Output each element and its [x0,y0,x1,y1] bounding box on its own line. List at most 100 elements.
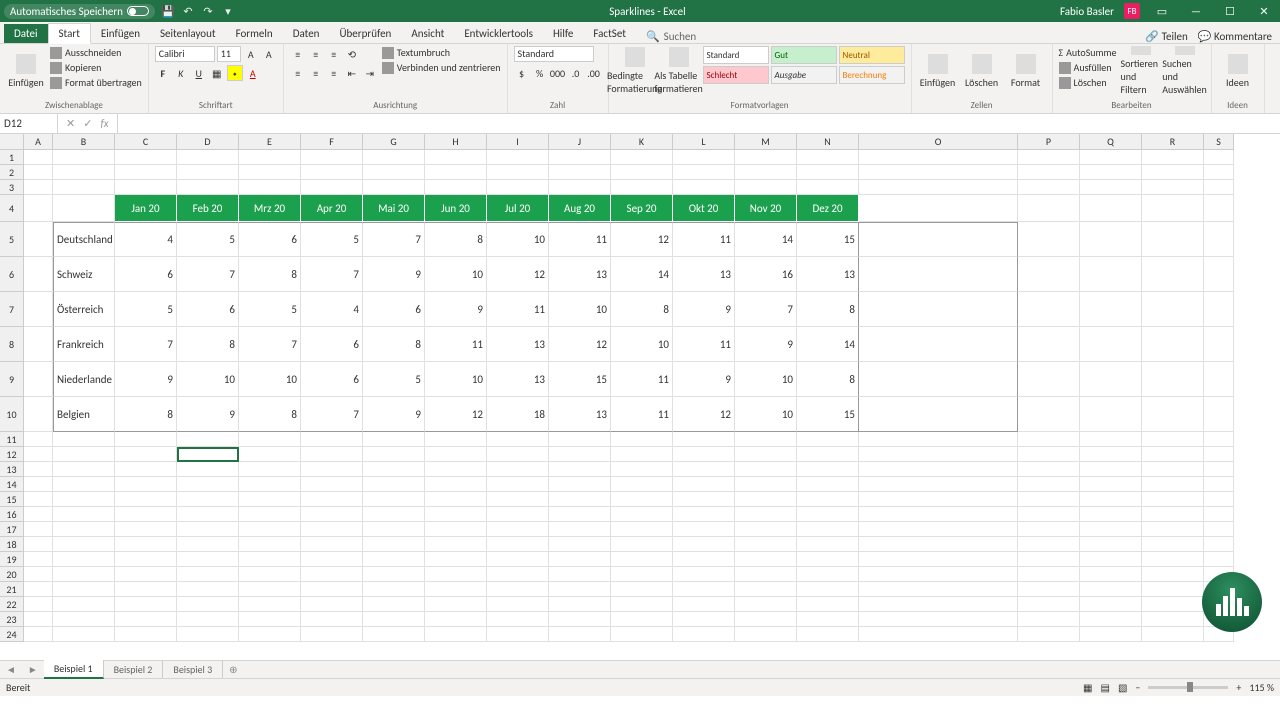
cell-F10[interactable]: 7 [301,397,363,432]
cell-J4[interactable]: Aug 20 [549,195,611,222]
cell-Q7[interactable] [1080,292,1142,327]
row-header-15[interactable]: 15 [0,492,24,507]
cell-I4[interactable]: Jul 20 [487,195,549,222]
cell-K6[interactable]: 14 [611,257,673,292]
cell-P1[interactable] [1018,150,1080,165]
cell-L17[interactable] [673,522,735,537]
cell-O19[interactable] [859,552,1018,567]
cell-A18[interactable] [24,537,53,552]
cell-D22[interactable] [177,597,239,612]
cell-S16[interactable] [1204,507,1234,522]
underline-button[interactable]: U [191,65,207,81]
cell-N2[interactable] [797,165,859,180]
cell-M6[interactable]: 16 [735,257,797,292]
cell-M20[interactable] [735,567,797,582]
cell-F11[interactable] [301,432,363,447]
cell-L9[interactable]: 9 [673,362,735,397]
cell-C16[interactable] [115,507,177,522]
zoom-out-button[interactable]: − [1135,681,1140,694]
merge-button[interactable]: Verbinden und zentrieren [382,61,501,74]
cell-K17[interactable] [611,522,673,537]
cell-D12[interactable] [177,447,239,462]
cell-L7[interactable]: 9 [673,292,735,327]
col-header-H[interactable]: H [425,134,487,150]
cell-R15[interactable] [1142,492,1204,507]
cell-O20[interactable] [859,567,1018,582]
cell-L23[interactable] [673,612,735,627]
cell-P5[interactable] [1018,222,1080,257]
cell-I16[interactable] [487,507,549,522]
cell-K9[interactable]: 11 [611,362,673,397]
cell-B7[interactable]: Österreich [53,292,115,327]
cell-H21[interactable] [425,582,487,597]
cell-D17[interactable] [177,522,239,537]
cell-A4[interactable] [24,195,53,222]
cell-L11[interactable] [673,432,735,447]
cell-J12[interactable] [549,447,611,462]
cell-G21[interactable] [363,582,425,597]
cell-I3[interactable] [487,180,549,195]
delete-cells-button[interactable]: Löschen [962,46,1002,96]
cell-P4[interactable] [1018,195,1080,222]
cell-P19[interactable] [1018,552,1080,567]
cell-H10[interactable]: 12 [425,397,487,432]
autosave-toggle[interactable]: Automatisches Speichern [4,4,155,19]
cell-N3[interactable] [797,180,859,195]
cell-K5[interactable]: 12 [611,222,673,257]
user-avatar[interactable]: FB [1124,3,1140,19]
cell-S12[interactable] [1204,447,1234,462]
cell-O3[interactable] [859,180,1018,195]
cell-E18[interactable] [239,537,301,552]
cell-H1[interactable] [425,150,487,165]
cell-K23[interactable] [611,612,673,627]
cell-P20[interactable] [1018,567,1080,582]
cell-N18[interactable] [797,537,859,552]
paste-button[interactable]: Einfügen [6,46,46,96]
cell-L13[interactable] [673,462,735,477]
cell-S14[interactable] [1204,477,1234,492]
cell-S11[interactable] [1204,432,1234,447]
cell-O15[interactable] [859,492,1018,507]
row-header-21[interactable]: 21 [0,582,24,597]
cell-H3[interactable] [425,180,487,195]
cell-O12[interactable] [859,447,1018,462]
cell-H19[interactable] [425,552,487,567]
cell-Q10[interactable] [1080,397,1142,432]
cell-B6[interactable]: Schweiz [53,257,115,292]
cell-K4[interactable]: Sep 20 [611,195,673,222]
cell-E11[interactable] [239,432,301,447]
row-header-8[interactable]: 8 [0,327,24,362]
cell-P10[interactable] [1018,397,1080,432]
cell-N21[interactable] [797,582,859,597]
cell-M11[interactable] [735,432,797,447]
row-header-13[interactable]: 13 [0,462,24,477]
cell-E7[interactable]: 5 [239,292,301,327]
cell-Q22[interactable] [1080,597,1142,612]
cell-H9[interactable]: 10 [425,362,487,397]
cell-K11[interactable] [611,432,673,447]
cell-M8[interactable]: 9 [735,327,797,362]
cell-R2[interactable] [1142,165,1204,180]
cell-F16[interactable] [301,507,363,522]
cell-C22[interactable] [115,597,177,612]
cell-C8[interactable]: 7 [115,327,177,362]
cell-G2[interactable] [363,165,425,180]
col-header-B[interactable]: B [53,134,115,150]
cell-F9[interactable]: 6 [301,362,363,397]
cell-A3[interactable] [24,180,53,195]
font-color-button[interactable]: A [245,65,261,81]
cell-G7[interactable]: 6 [363,292,425,327]
sort-filter-button[interactable]: Sortieren und Filtern [1121,46,1161,96]
save-icon[interactable]: 💾 [161,4,175,18]
cell-E4[interactable]: Mrz 20 [239,195,301,222]
format-painter-button[interactable]: Format übertragen [50,76,142,89]
cell-D10[interactable]: 9 [177,397,239,432]
cell-O6[interactable] [859,257,1018,292]
row-header-9[interactable]: 9 [0,362,24,397]
cell-O2[interactable] [859,165,1018,180]
cell-O21[interactable] [859,582,1018,597]
cell-R21[interactable] [1142,582,1204,597]
cell-H17[interactable] [425,522,487,537]
share-button[interactable]: 🔗 Teilen [1145,30,1187,43]
col-header-I[interactable]: I [487,134,549,150]
